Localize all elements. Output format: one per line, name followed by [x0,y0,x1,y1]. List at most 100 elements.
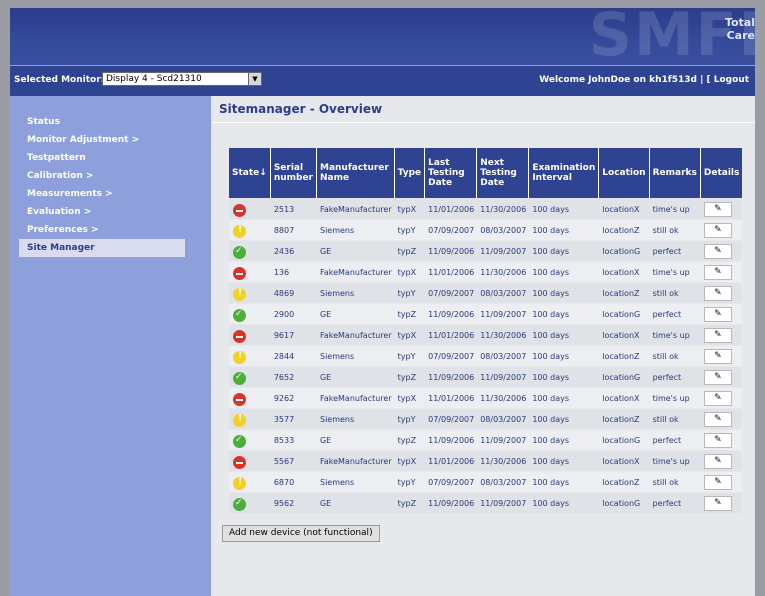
header-banner: SMFI Total Care [10,8,755,70]
serial-cell: 5567 [270,451,317,471]
sidebar-item-preferences[interactable]: Preferences > [10,221,211,239]
table-row: 8807SiemenstypY07/09/200708/03/2007100 d… [229,220,743,240]
edit-icon[interactable]: ✎ [703,348,732,364]
state-cell [229,472,271,492]
manufacturer-cell: GE [316,304,395,324]
state-cell [229,430,271,450]
sidebar-item-measurements[interactable]: Measurements > [10,185,211,203]
page-title: Sitemanager - Overview [219,102,383,116]
sidebar: Status Monitor Adjustment > Testpattern … [10,96,211,596]
details-cell: ✎ [700,493,743,513]
sidebar-item-testpattern[interactable]: Testpattern [10,149,211,167]
details-cell: ✎ [700,220,743,240]
type-cell: typZ [394,493,426,513]
edit-icon[interactable]: ✎ [703,411,732,427]
column-header-next-testing[interactable]: Next Testing Date [477,148,530,198]
details-cell: ✎ [700,472,743,492]
table-row: 6870SiemenstypY07/09/200708/03/2007100 d… [229,472,743,492]
add-device-button[interactable]: Add new device (not functional) [222,525,380,542]
edit-icon[interactable]: ✎ [703,495,732,511]
state-cell [229,283,271,303]
location-cell: locationG [599,367,650,387]
remarks-cell: still ok [649,283,701,303]
table-header-row: State↓ Serial number Manufacturer Name T… [229,148,743,198]
location-cell: locationG [599,493,650,513]
sidebar-item-site-manager[interactable]: Site Manager [19,239,185,257]
manufacturer-cell: FakeManufacturer [316,388,395,408]
last-testing-cell: 11/09/2006 [425,304,478,324]
table-row: 2844SiemenstypY07/09/200708/03/2007100 d… [229,346,743,366]
interval-cell: 100 days [529,367,600,387]
sidebar-item-calibration[interactable]: Calibration > [10,167,211,185]
edit-icon[interactable]: ✎ [703,369,732,385]
type-cell: typY [394,472,426,492]
sidebar-item-monitor-adjustment[interactable]: Monitor Adjustment > [10,131,211,149]
status-red-icon [233,329,246,343]
next-testing-cell: 11/09/2007 [477,493,530,513]
column-header-manufacturer[interactable]: Manufacturer Name [316,148,395,198]
chevron-down-icon[interactable]: ▼ [248,73,261,85]
remarks-cell: perfect [649,493,701,513]
serial-cell: 9562 [270,493,317,513]
sidebar-item-evaluation[interactable]: Evaluation > [10,203,211,221]
remarks-cell: time's up [649,262,701,282]
details-cell: ✎ [700,241,743,261]
table-row: 9262 FakeManufacturer typX 11/01/2006 11/30/… [229,388,743,408]
column-header-state[interactable]: State↓ [229,148,271,198]
column-header-location[interactable]: Location [599,148,650,198]
state-cell [229,304,271,324]
status-green-icon [233,497,246,511]
last-testing-cell: 11/01/2006 [425,388,478,408]
next-testing-cell: 11/30/2006 [477,451,530,471]
column-header-serial[interactable]: Serial number [270,148,317,198]
edit-icon[interactable]: ✎ [703,390,732,406]
main-content: Sitemanager - Overview State↓ Serial num… [211,96,755,596]
app-window: SMFI Total Care Selected Monitor: Displa… [10,8,755,596]
manufacturer-cell: Siemens [316,346,395,366]
remarks-cell: time's up [649,451,701,471]
next-testing-cell: 08/03/2007 [477,283,530,303]
manufacturer-cell: FakeManufacturer [316,262,395,282]
column-header-remarks[interactable]: Remarks [649,148,701,198]
edit-icon[interactable]: ✎ [703,306,732,322]
column-header-last-testing[interactable]: Last Testing Date [425,148,478,198]
state-cell [229,409,271,429]
details-cell: ✎ [700,367,743,387]
type-cell: typY [394,283,426,303]
edit-icon[interactable]: ✎ [703,453,732,469]
remarks-cell: perfect [649,430,701,450]
details-cell: ✎ [700,304,743,324]
status-red-icon [233,455,246,469]
status-yellow-icon [233,476,246,490]
edit-icon[interactable]: ✎ [703,222,732,238]
edit-icon[interactable]: ✎ [703,432,732,448]
serial-cell: 2900 [270,304,317,324]
last-testing-cell: 11/09/2006 [425,430,478,450]
next-testing-cell: 11/30/2006 [477,199,530,219]
details-cell: ✎ [700,262,743,282]
next-testing-cell: 11/09/2007 [477,367,530,387]
table-row: 3577SiemenstypY07/09/200708/03/2007100 d… [229,409,743,429]
welcome-logout-link[interactable]: Welcome JohnDoe on kh1f513d | [ Logout [539,75,749,85]
monitor-select[interactable]: Display 4 - Scd21310 ▼ [102,72,262,86]
column-header-interval[interactable]: Examination Interval [529,148,600,198]
sidebar-item-status[interactable]: Status [10,113,211,131]
edit-icon[interactable]: ✎ [703,285,732,301]
edit-icon[interactable]: ✎ [703,243,732,259]
serial-cell: 7652 [270,367,317,387]
edit-icon[interactable]: ✎ [703,474,732,490]
remarks-cell: time's up [649,199,701,219]
type-cell: typY [394,346,426,366]
remarks-cell: still ok [649,409,701,429]
type-cell: typY [394,409,426,429]
details-cell: ✎ [700,430,743,450]
monitor-select-value: Display 4 - Scd21310 [106,74,202,84]
column-header-type[interactable]: Type [394,148,426,198]
table-row: 4869SiemenstypY07/09/200708/03/2007100 d… [229,283,743,303]
edit-icon[interactable]: ✎ [703,264,732,280]
edit-icon[interactable]: ✎ [703,201,732,217]
interval-cell: 100 days [529,199,600,219]
edit-icon[interactable]: ✎ [703,327,732,343]
last-testing-cell: 11/01/2006 [425,451,478,471]
table-body: 2513 FakeManufacturer typX 11/01/2006 11/30/… [229,199,743,513]
